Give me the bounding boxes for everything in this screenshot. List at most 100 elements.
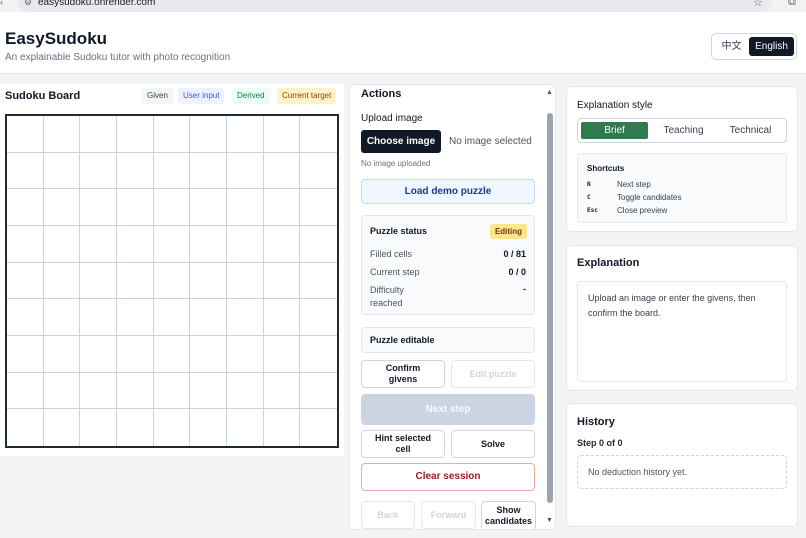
sudoku-cell[interactable] [227, 409, 264, 446]
sudoku-cell[interactable] [263, 262, 301, 300]
sudoku-cell[interactable] [300, 153, 337, 190]
show-candidates-button[interactable]: Show candidates [481, 501, 536, 529]
sudoku-cell[interactable] [263, 189, 301, 226]
sudoku-cell[interactable] [300, 409, 337, 446]
sudoku-cell[interactable] [227, 116, 264, 153]
back-arrow-icon[interactable]: ‹ [0, 0, 3, 7]
sudoku-cell[interactable] [43, 299, 81, 336]
sudoku-cell[interactable] [117, 189, 154, 226]
sudoku-cell[interactable] [264, 409, 301, 446]
sudoku-cell[interactable] [80, 262, 117, 300]
sudoku-cell[interactable] [80, 336, 117, 373]
sudoku-cell[interactable] [117, 336, 154, 373]
sudoku-cell[interactable] [300, 116, 337, 153]
sudoku-cell[interactable] [117, 299, 154, 336]
sudoku-cell[interactable] [153, 299, 191, 336]
sudoku-cell[interactable] [300, 263, 337, 300]
sudoku-cell[interactable] [7, 189, 44, 226]
sudoku-cell[interactable] [227, 152, 264, 190]
sudoku-cell[interactable] [190, 262, 227, 300]
back-button[interactable]: Back [361, 501, 415, 529]
sudoku-cell[interactable] [80, 226, 117, 263]
sudoku-cell[interactable] [190, 409, 227, 446]
sudoku-cell[interactable] [190, 226, 227, 263]
sudoku-cell[interactable] [190, 116, 227, 153]
solve-button[interactable]: Solve [451, 430, 535, 458]
bookmark-star-icon[interactable]: ☆ [753, 0, 763, 9]
next-step-button[interactable]: Next step [361, 394, 535, 425]
sudoku-cell[interactable] [7, 226, 44, 263]
edit-puzzle-button[interactable]: Edit puzzle [451, 360, 535, 388]
sudoku-cell[interactable] [227, 189, 264, 226]
style-option-brief[interactable]: Brief [581, 122, 648, 139]
language-en-button[interactable]: English [749, 37, 794, 56]
sudoku-cell[interactable] [7, 336, 44, 373]
sudoku-cell[interactable] [117, 262, 154, 300]
sudoku-cell[interactable] [190, 299, 227, 336]
sudoku-cell[interactable] [154, 409, 191, 446]
sudoku-cell[interactable] [263, 299, 301, 336]
sudoku-cell[interactable] [190, 152, 227, 190]
sudoku-cell[interactable] [153, 336, 191, 373]
sudoku-cell[interactable] [43, 152, 81, 190]
sudoku-cell[interactable] [80, 189, 117, 226]
sudoku-cell[interactable] [300, 226, 337, 263]
sudoku-cell[interactable] [7, 372, 44, 410]
sudoku-cell[interactable] [263, 372, 301, 410]
scrollbar-thumb[interactable] [547, 113, 553, 503]
sudoku-cell[interactable] [153, 189, 191, 226]
sudoku-cell[interactable] [300, 299, 337, 336]
sudoku-cell[interactable] [43, 336, 81, 373]
sudoku-cell[interactable] [153, 372, 191, 410]
sudoku-cell[interactable] [263, 336, 301, 373]
sudoku-cell[interactable] [43, 116, 81, 153]
sudoku-cell[interactable] [153, 116, 191, 153]
sudoku-cell[interactable] [7, 409, 44, 446]
hint-selected-cell-button[interactable]: Hint selected cell [361, 430, 445, 458]
sudoku-cell[interactable] [80, 372, 117, 410]
sudoku-cell[interactable] [80, 152, 117, 190]
sudoku-cell[interactable] [117, 409, 154, 446]
sudoku-cell[interactable] [190, 372, 227, 410]
load-demo-button[interactable]: Load demo puzzle [361, 179, 535, 204]
sudoku-cell[interactable] [43, 189, 81, 226]
sudoku-cell[interactable] [263, 152, 301, 190]
sudoku-cell[interactable] [117, 372, 154, 410]
sudoku-cell[interactable] [263, 116, 301, 153]
sudoku-cell[interactable] [300, 336, 337, 373]
sudoku-cell[interactable] [44, 409, 81, 446]
sudoku-cell[interactable] [117, 152, 154, 190]
sudoku-cell[interactable] [7, 299, 44, 336]
sudoku-cell[interactable] [153, 226, 191, 263]
sudoku-cell[interactable] [227, 336, 264, 373]
forward-button[interactable]: Forward [421, 501, 476, 529]
sudoku-cell[interactable] [300, 189, 337, 226]
site-settings-icon[interactable]: ⚙ [24, 0, 32, 8]
scroll-down-icon[interactable]: ▼ [546, 517, 553, 524]
confirm-givens-button[interactable]: Confirm givens [361, 360, 445, 388]
sudoku-cell[interactable] [7, 116, 44, 153]
sudoku-cell[interactable] [43, 262, 81, 300]
sudoku-cell[interactable] [80, 409, 117, 446]
sudoku-cell[interactable] [7, 262, 44, 300]
extensions-icon[interactable]: ⧉ [788, 0, 796, 9]
sudoku-cell[interactable] [117, 116, 154, 153]
sudoku-cell[interactable] [153, 152, 191, 190]
sudoku-cell[interactable] [190, 336, 227, 373]
sudoku-cell[interactable] [153, 262, 191, 300]
url-text[interactable]: easysudoku.onrender.com [38, 0, 155, 8]
sudoku-cell[interactable] [7, 152, 44, 190]
sudoku-cell[interactable] [80, 116, 117, 153]
sudoku-cell[interactable] [80, 299, 117, 336]
scroll-up-icon[interactable]: ▲ [546, 89, 553, 96]
language-zh-button[interactable]: 中文 [716, 37, 747, 56]
sudoku-cell[interactable] [300, 373, 337, 410]
style-option-teaching[interactable]: Teaching [650, 122, 717, 139]
sudoku-cell[interactable] [43, 226, 81, 263]
sudoku-cell[interactable] [263, 226, 301, 263]
sudoku-cell[interactable] [227, 299, 264, 336]
sudoku-cell[interactable] [190, 189, 227, 226]
sudoku-cell[interactable] [227, 372, 264, 410]
sudoku-cell[interactable] [227, 226, 264, 263]
sudoku-cell[interactable] [227, 262, 264, 300]
